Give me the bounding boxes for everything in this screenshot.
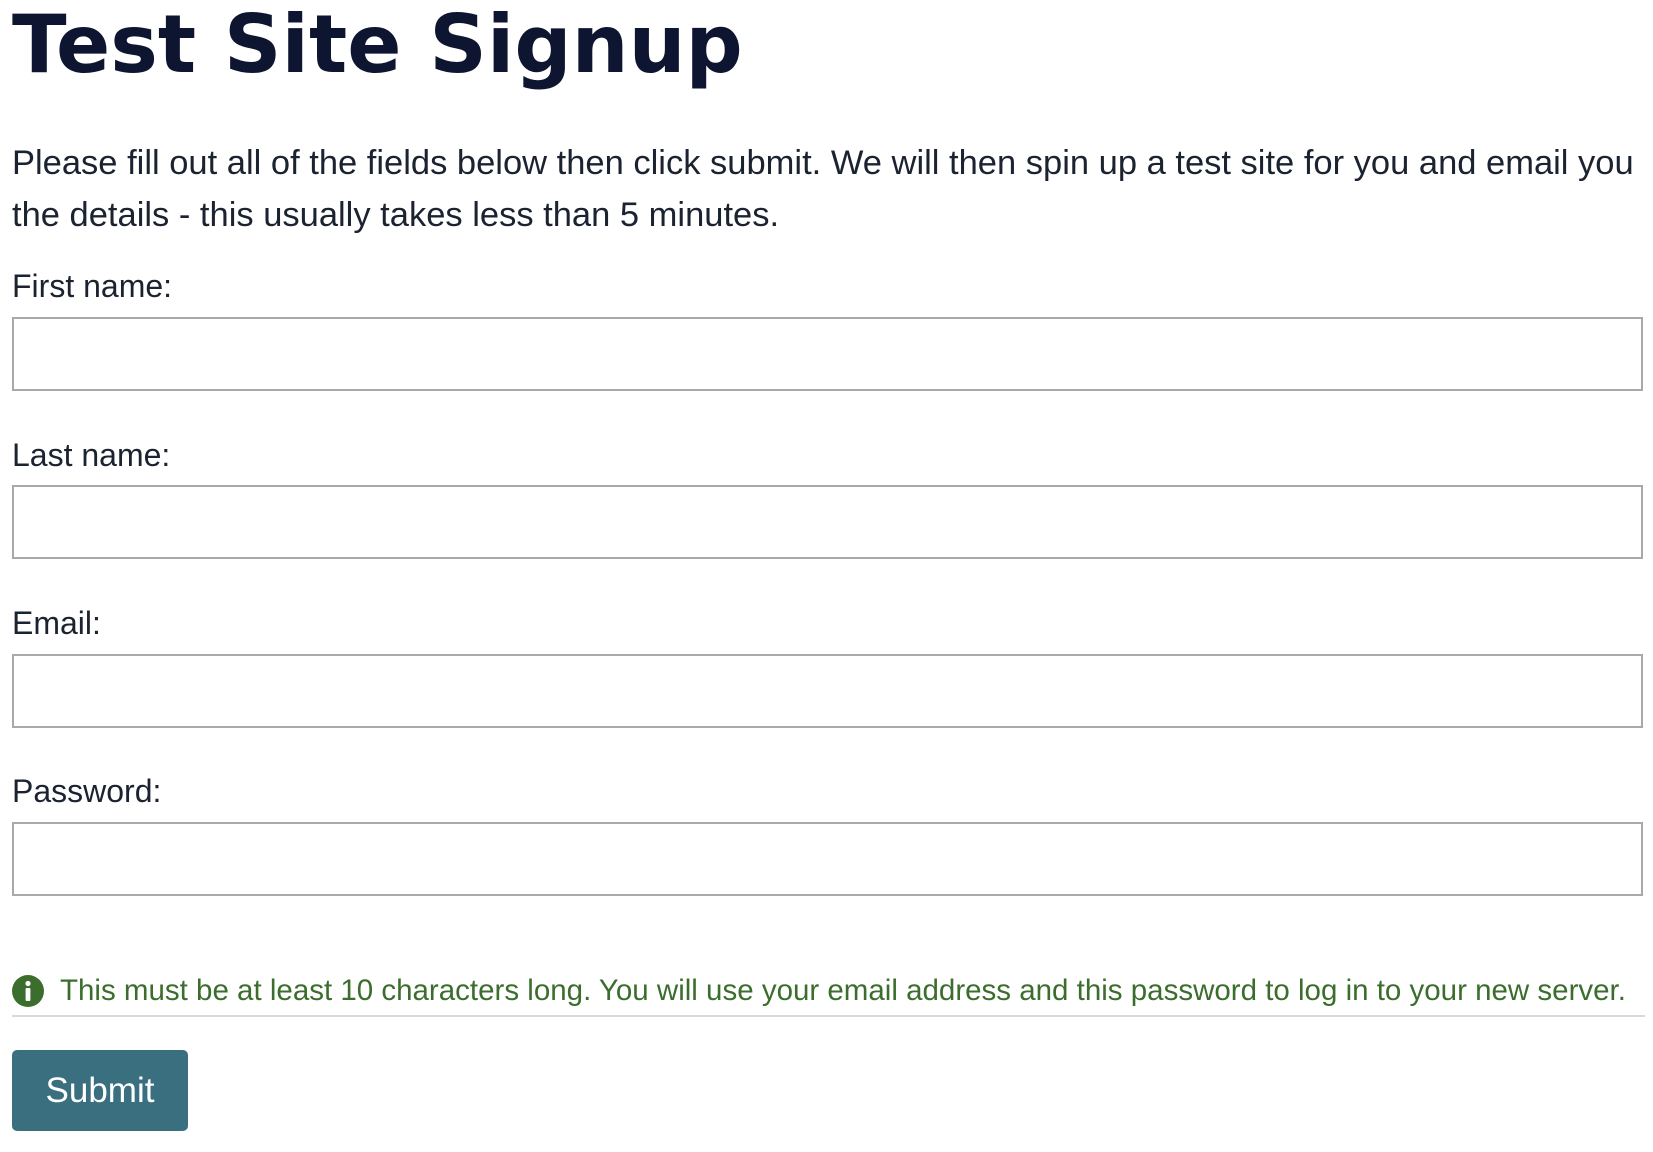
page-title: Test Site Signup	[12, 0, 743, 91]
submit-button[interactable]: Submit	[12, 1050, 188, 1131]
info-icon	[12, 975, 44, 1007]
first-name-label: First name:	[12, 268, 173, 304]
intro-text: Please fill out all of the fields below …	[12, 144, 1634, 234]
email-input[interactable]	[12, 654, 1643, 728]
password-input[interactable]	[12, 822, 1643, 896]
password-hint-text: This must be at least 10 characters long…	[60, 974, 1626, 1007]
last-name-input[interactable]	[12, 485, 1643, 559]
password-hint: This must be at least 10 characters long…	[12, 971, 1645, 1017]
last-name-label: Last name:	[12, 437, 171, 473]
email-label: Email:	[12, 605, 101, 641]
first-name-input[interactable]	[12, 317, 1643, 391]
password-label: Password:	[12, 773, 162, 809]
